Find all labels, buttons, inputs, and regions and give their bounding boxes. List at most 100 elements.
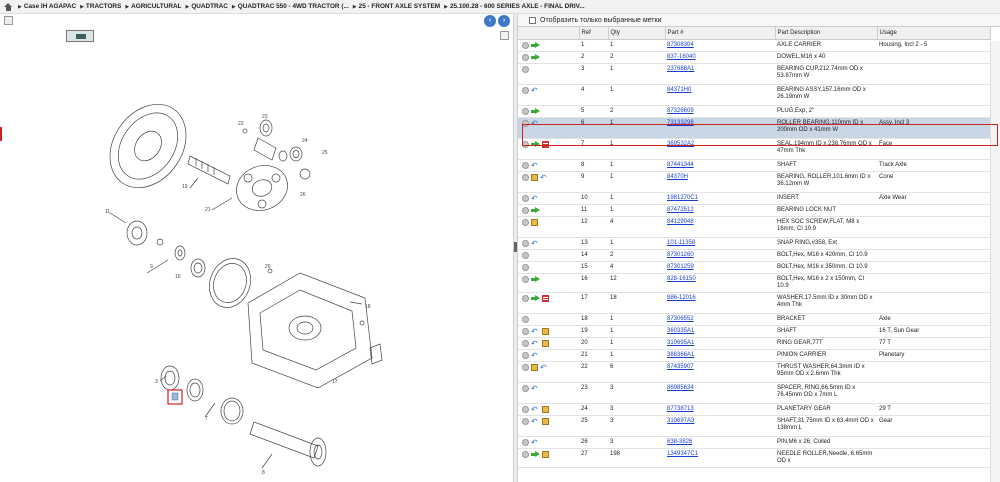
blue-return-icon[interactable]: ↶ (531, 351, 540, 359)
row-part-number[interactable]: 87301260 (667, 252, 694, 258)
row-part-number[interactable]: 86985634 (667, 385, 694, 391)
info-circle-icon[interactable] (522, 294, 529, 302)
blue-return-icon[interactable]: ↶ (531, 327, 540, 335)
table-row[interactable]: 12 4 84129048 HEX SOC SCREW,FLAT, M8 x 16mm… (518, 216, 990, 238)
breadcrumb-item[interactable]: AGRICULTURAL (131, 3, 181, 10)
package-icon[interactable] (531, 218, 538, 226)
home-icon[interactable] (4, 2, 13, 11)
row-part-number[interactable]: 84129048 (667, 219, 694, 225)
header-description[interactable]: Part Description (775, 27, 878, 40)
diagram-label[interactable]: 18 (365, 304, 371, 310)
blue-return-icon[interactable]: ↶ (531, 86, 540, 94)
info-circle-icon[interactable] (522, 53, 529, 61)
table-row[interactable]: 15 4 87301259 BOLT,Hex, M16 x 350mm, Cl 10.… (518, 261, 990, 274)
row-part-number[interactable]: 369532A2 (667, 141, 694, 147)
table-row[interactable]: 3 1 237688A1 BEARING CUP,212.74mm OD x 53.8… (518, 63, 990, 85)
row-part-number[interactable]: 237688A1 (667, 66, 694, 72)
row-part-number[interactable]: 84371H0 (667, 87, 691, 93)
blue-return-icon[interactable]: ↶ (531, 417, 540, 425)
row-part-number[interactable]: 101-11358 (667, 240, 695, 246)
table-row[interactable]: ↶ 13 1 101-11358 SNAP RING,#358, Ext (518, 237, 990, 250)
header-ref[interactable]: Ref (579, 27, 609, 40)
diagram-label[interactable]: 17 (332, 379, 338, 385)
table-row[interactable]: 1 1 87308304 AXLE CARRIER Housing, Incl 2 - … (518, 39, 990, 52)
blue-return-icon[interactable]: ↶ (540, 173, 549, 181)
diagram-label[interactable]: 3 (155, 379, 158, 385)
diagram-label[interactable]: 20 (265, 264, 271, 270)
blue-return-icon[interactable]: ↶ (531, 239, 540, 247)
diagram-label[interactable]: 7 (205, 416, 208, 422)
next-arrow-icon[interactable]: › (498, 15, 510, 27)
table-row[interactable]: ↶ 23 3 86985634 SPACER, RING,66.5mm ID x 76.… (518, 382, 990, 404)
package-icon[interactable] (542, 339, 549, 347)
table-row[interactable]: ↶ 19 1 360335A1 SHAFT 16 T, Sun Gear (518, 325, 990, 338)
row-part-number[interactable]: 310697A3 (667, 418, 694, 424)
row-part-number[interactable]: 87435907 (667, 364, 694, 370)
table-row[interactable]: ↶ 8 1 87441344 SHAFT Track Axle (518, 159, 990, 172)
row-part-number[interactable]: 638-3826 (667, 439, 692, 445)
info-circle-icon[interactable] (522, 206, 529, 214)
scrollbar[interactable] (990, 41, 1000, 482)
info-circle-icon[interactable] (522, 275, 529, 283)
package-icon[interactable] (542, 450, 549, 458)
green-arrow-icon[interactable] (531, 450, 540, 458)
row-part-number[interactable]: 87308304 (667, 42, 694, 48)
table-row[interactable]: 17 18 886-12016 WASHER,17.5mm ID x 30mm OD … (518, 292, 990, 314)
diagram-label[interactable]: 11 (105, 209, 110, 215)
info-circle-icon[interactable] (522, 363, 529, 371)
breadcrumb-item[interactable]: QUADTRAC 550 - 4WD TRACTOR (... (238, 3, 349, 10)
breadcrumb-item[interactable]: 25.100.28 - 600 SERIES AXLE - FINAL DRIV… (450, 3, 585, 10)
row-part-number[interactable]: 837-16040 (667, 54, 696, 60)
table-row[interactable]: 27 198 1349347C1 NEEDLE ROLLER,Needle, 6.65… (518, 448, 990, 468)
green-arrow-icon[interactable] (531, 275, 540, 283)
diagram-label[interactable]: 9 (150, 264, 153, 270)
row-part-number[interactable]: 360335A1 (667, 328, 694, 334)
diagram-label[interactable]: 21 (205, 207, 211, 213)
info-circle-icon[interactable] (522, 251, 529, 259)
info-circle-icon[interactable] (522, 119, 529, 127)
info-circle-icon[interactable] (522, 218, 529, 226)
blue-return-icon[interactable]: ↶ (531, 119, 540, 127)
table-row[interactable]: 14 2 87301260 BOLT,Hex, M16 x 420mm, Cl 10.… (518, 249, 990, 262)
info-circle-icon[interactable] (522, 161, 529, 169)
blue-return-icon[interactable]: ↶ (531, 161, 540, 169)
row-part-number[interactable]: 1349347C1 (667, 451, 698, 457)
package-icon[interactable] (531, 363, 538, 371)
info-circle-icon[interactable] (522, 405, 529, 413)
info-circle-icon[interactable] (522, 65, 529, 73)
list-icon[interactable] (542, 140, 549, 148)
prev-arrow-icon[interactable]: ‹ (484, 15, 496, 27)
info-circle-icon[interactable] (522, 194, 529, 202)
diagram-label[interactable]: 22 (238, 121, 244, 127)
info-circle-icon[interactable] (522, 384, 529, 392)
expand-icon[interactable] (4, 16, 13, 25)
table-row[interactable]: ↶ 20 1 310695A1 RING GEAR,77T 77 T (518, 337, 990, 350)
table-row[interactable]: 11 1 87472512 BEARING LOCK NUT (518, 204, 990, 217)
show-selected-checkbox[interactable] (529, 16, 536, 24)
info-circle-icon[interactable] (522, 86, 529, 94)
table-row[interactable]: 2 2 837-16040 DOWEL,M16 x 40 (518, 51, 990, 64)
diagram-label[interactable]: 10 (175, 274, 181, 280)
green-arrow-icon[interactable] (531, 41, 540, 49)
info-circle-icon[interactable] (522, 41, 529, 49)
table-row[interactable]: ↶ 4 1 84371H0 BEARING ASSY,157.16mm OD x 26.… (518, 84, 990, 106)
table-row[interactable]: 7 1 369532A2 SEAL,194mm ID x 238.76mm OD x … (518, 138, 990, 160)
header-qty[interactable]: Qty (608, 27, 666, 40)
row-part-number[interactable]: 87306552 (667, 316, 694, 322)
info-circle-icon[interactable] (522, 107, 529, 115)
diagram-label[interactable]: 19 (182, 184, 188, 190)
breadcrumb-item[interactable]: Case IH AGAPAC (24, 3, 76, 10)
diagram-label[interactable]: 8 (262, 470, 265, 476)
diagram-label[interactable]: 26 (300, 192, 306, 198)
blue-return-icon[interactable]: ↶ (531, 339, 540, 347)
table-row[interactable]: ↶ 10 1 1981270C1 INSERT Axle Wear (518, 192, 990, 205)
breadcrumb-item[interactable]: 25 - FRONT AXLE SYSTEM (359, 3, 440, 10)
blue-return-icon[interactable]: ↶ (531, 405, 540, 413)
breadcrumb-item[interactable]: QUADTRAC (191, 3, 228, 10)
table-row[interactable]: 16 12 828-16150 BOLT,Hex, M16 x 2 x 150mm, … (518, 273, 990, 293)
row-part-number[interactable]: 310695A1 (667, 340, 694, 346)
green-arrow-icon[interactable] (531, 294, 540, 302)
package-icon[interactable] (542, 405, 549, 413)
info-circle-icon[interactable] (522, 263, 529, 271)
splitter-handle-icon[interactable] (514, 242, 517, 252)
